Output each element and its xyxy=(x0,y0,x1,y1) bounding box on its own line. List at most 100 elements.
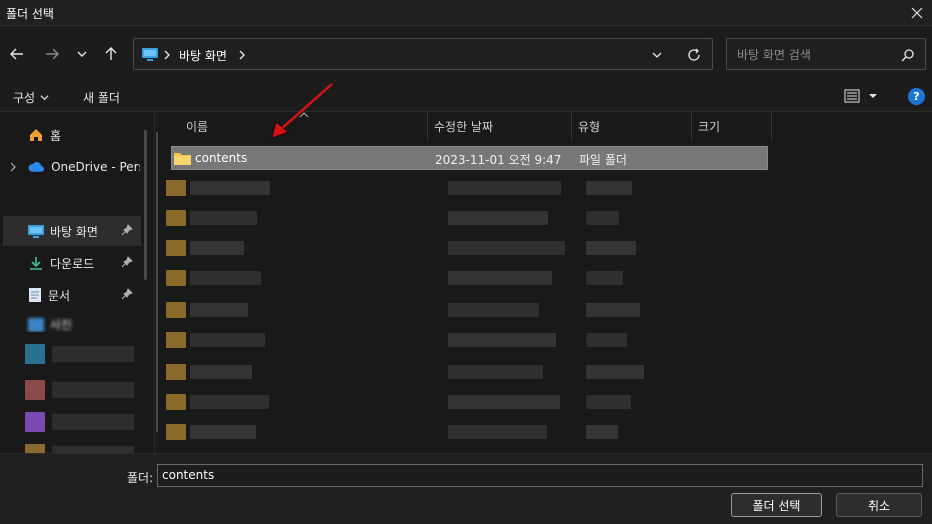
obscured-cell xyxy=(190,425,256,439)
refresh-icon xyxy=(688,48,700,61)
table-row[interactable]: contents 2023-11-01 오전 9:47 파일 폴더 xyxy=(171,146,768,170)
search-box[interactable]: 바탕 화면 검색 xyxy=(726,38,926,70)
sidebar-item-label: 다운로드 xyxy=(50,256,95,271)
pin-icon[interactable] xyxy=(121,224,133,236)
sidebar-item-pictures[interactable]: 사진 xyxy=(3,312,141,332)
obscured-cell xyxy=(586,395,631,409)
pictures-icon xyxy=(28,318,44,332)
sidebar-item-downloads[interactable]: 다운로드 xyxy=(3,248,141,278)
close-button[interactable] xyxy=(906,2,928,24)
chevron-down-icon xyxy=(652,52,662,58)
obscured-cell xyxy=(190,211,257,225)
obscured-cell xyxy=(586,181,632,195)
forward-button[interactable] xyxy=(39,41,65,67)
cancel-button[interactable]: 취소 xyxy=(836,493,922,517)
obscured-folder-icon xyxy=(166,302,186,318)
address-bar[interactable]: 바탕 화면 xyxy=(133,38,713,70)
up-button[interactable] xyxy=(98,41,124,67)
document-icon xyxy=(29,288,41,302)
column-header-modified[interactable]: 수정한 날짜 xyxy=(428,112,572,140)
obscured-row xyxy=(166,330,766,350)
folder-icon xyxy=(174,153,191,165)
button-label: 취소 xyxy=(867,498,891,513)
refresh-button[interactable] xyxy=(684,46,704,64)
obscured-row xyxy=(166,208,766,228)
button-label: 폴더 선택 xyxy=(752,498,801,513)
obscured-cell xyxy=(586,303,640,317)
column-label: 이름 xyxy=(186,119,209,134)
desktop-icon xyxy=(142,48,158,61)
file-type: 파일 폴더 xyxy=(579,153,627,167)
sidebar-item-label: 바탕 화면 xyxy=(50,224,98,239)
arrow-up-icon xyxy=(105,47,117,60)
command-bar: 구성 새 폴더 ? xyxy=(0,82,932,112)
obscured-cell xyxy=(448,365,543,379)
search-placeholder: 바탕 화면 검색 xyxy=(737,48,811,62)
recent-locations-button[interactable] xyxy=(69,41,95,67)
search-icon xyxy=(901,49,914,62)
obscured-row xyxy=(166,300,766,320)
folder-name-input[interactable]: contents xyxy=(157,464,923,487)
sidebar-item-label: OneDrive - Pers xyxy=(51,160,140,174)
organize-label: 구성 xyxy=(13,91,36,105)
sidebar-item-label: 문서 xyxy=(48,288,71,303)
obscured-cell xyxy=(586,241,636,255)
obscured-label xyxy=(52,346,134,362)
obscured-folder-icon xyxy=(166,424,186,440)
title-bar: 폴더 선택 xyxy=(0,0,932,26)
navigation-pane: 홈 OneDrive - Pers 바탕 화면 다운로드 문서 사진 xyxy=(0,112,155,453)
obscured-cell xyxy=(190,303,248,317)
sidebar-scrollbar[interactable] xyxy=(144,130,147,280)
column-header-size[interactable]: 크기 xyxy=(692,112,772,140)
chevron-down-icon xyxy=(40,95,49,101)
obscured-cell xyxy=(586,333,627,347)
obscured-cell xyxy=(190,241,244,255)
pin-icon[interactable] xyxy=(121,288,133,300)
obscured-cell xyxy=(190,395,269,409)
obscured-cell xyxy=(448,271,552,285)
obscured-folder-icon xyxy=(166,332,186,348)
new-folder-button[interactable]: 새 폴더 xyxy=(83,89,120,106)
sidebar-item-documents[interactable]: 문서 xyxy=(3,280,141,310)
obscured-cell xyxy=(586,211,619,225)
window-title: 폴더 선택 xyxy=(6,7,54,21)
obscured-cell xyxy=(586,425,618,439)
organize-menu[interactable]: 구성 xyxy=(13,89,49,106)
obscured-label xyxy=(52,414,134,430)
obscured-icon xyxy=(25,380,45,400)
arrow-left-icon xyxy=(10,48,23,60)
back-button[interactable] xyxy=(4,41,30,67)
obscured-icon xyxy=(25,344,45,364)
obscured-row xyxy=(166,362,766,382)
folder-input-value: contents xyxy=(162,468,215,482)
list-scrollbar[interactable] xyxy=(156,132,158,432)
cloud-icon xyxy=(28,162,45,172)
help-button[interactable]: ? xyxy=(908,88,925,105)
obscured-cell xyxy=(448,241,565,255)
view-options-button[interactable] xyxy=(844,88,878,104)
obscured-label xyxy=(52,382,134,398)
obscured-cell xyxy=(448,333,556,347)
sidebar-item-desktop[interactable]: 바탕 화면 xyxy=(3,216,141,246)
chevron-right-icon[interactable] xyxy=(9,162,17,172)
breadcrumb-desktop[interactable]: 바탕 화면 xyxy=(179,47,227,64)
close-icon xyxy=(911,7,923,19)
home-icon xyxy=(30,129,42,141)
desktop-icon xyxy=(28,225,44,238)
sidebar-item-onedrive[interactable]: OneDrive - Pers xyxy=(28,152,140,182)
column-header-type[interactable]: 유형 xyxy=(572,112,692,140)
obscured-icon xyxy=(25,412,45,432)
address-dropdown-button[interactable] xyxy=(647,47,667,63)
select-folder-button[interactable]: 폴더 선택 xyxy=(731,493,822,517)
file-list: 이름 수정한 날짜 유형 크기 contents 2023-11-01 오전 9… xyxy=(156,83,932,453)
column-label: 유형 xyxy=(578,119,601,134)
obscured-cell xyxy=(448,425,547,439)
help-icon: ? xyxy=(913,90,920,103)
obscured-cell xyxy=(448,211,548,225)
folder-label: 폴더: xyxy=(127,471,154,485)
obscured-cell xyxy=(190,365,252,379)
obscured-folder-icon xyxy=(166,180,186,196)
obscured-row xyxy=(166,178,766,198)
pin-icon[interactable] xyxy=(121,256,133,268)
obscured-cell xyxy=(448,303,539,317)
